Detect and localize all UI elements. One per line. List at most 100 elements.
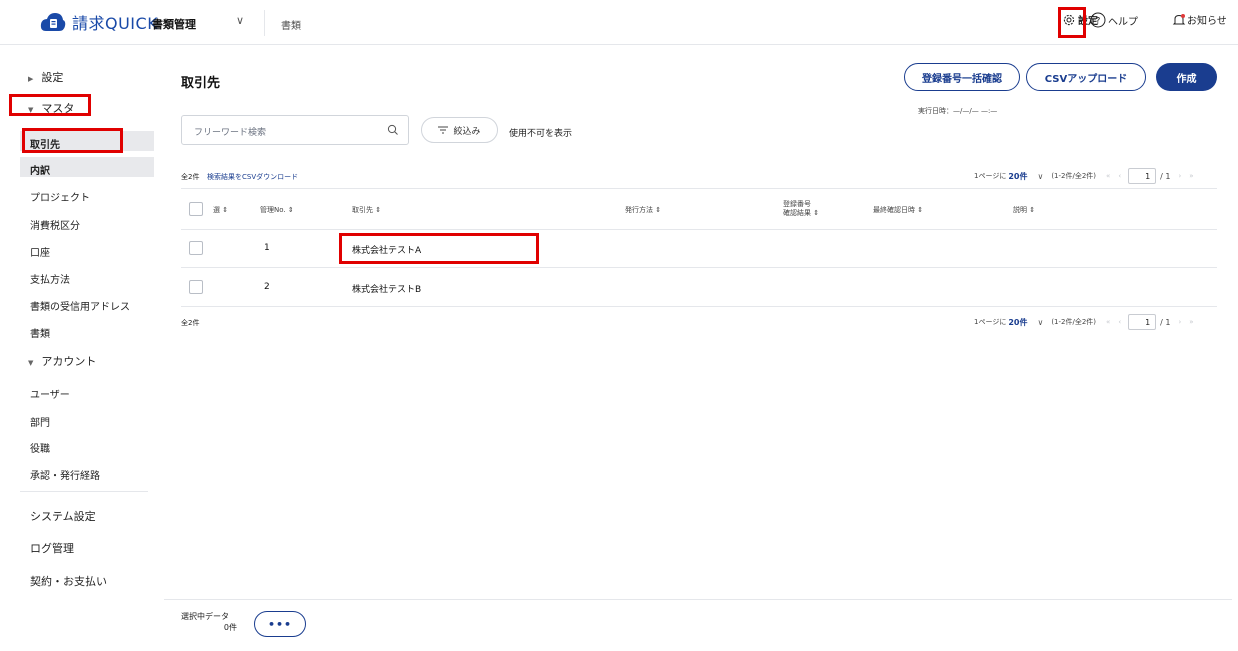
row-id: 2: [264, 282, 270, 292]
sidebar-item-project[interactable]: プロジェクト: [30, 189, 90, 204]
sort-icon: ⇕: [222, 206, 229, 214]
next-page-icon[interactable]: ›: [1178, 318, 1181, 326]
sidebar-item-account[interactable]: ▼ アカウント: [28, 353, 96, 369]
page-title: 取引先: [181, 76, 221, 91]
svg-text:?: ?: [1096, 17, 1101, 27]
csv-download-link[interactable]: 検索結果をCSVダウンロード: [207, 172, 298, 182]
filter-button[interactable]: 絞込み: [421, 117, 498, 143]
sort-icon: ⇕: [917, 206, 924, 214]
cloud-document-icon: [40, 13, 66, 31]
sidebar-item-account-bank[interactable]: 口座: [30, 244, 50, 259]
col-header-description[interactable]: 説明 ⇕: [1013, 205, 1035, 215]
next-page-icon[interactable]: ›: [1178, 172, 1181, 180]
more-actions-button[interactable]: •••: [254, 611, 306, 637]
sidebar-item-contract[interactable]: 契約・お支払い: [30, 573, 107, 589]
pager-top: 1ページに 20件 ∨ (1-2件/全2件) « ‹ 1 / 1 › »: [974, 168, 1198, 184]
sidebar-item-settings[interactable]: ▶ 設定: [28, 69, 63, 85]
triangle-down-icon: ▼: [28, 359, 34, 367]
row-checkbox[interactable]: [189, 241, 203, 255]
page-number-input[interactable]: 1: [1128, 168, 1157, 184]
sidebar-divider: [20, 491, 148, 492]
first-page-icon[interactable]: «: [1106, 172, 1110, 180]
page-total: / 1: [1160, 317, 1171, 327]
sort-icon: ⇕: [375, 206, 382, 214]
prev-page-icon[interactable]: ‹: [1118, 318, 1121, 326]
app-name: 請求QUICK: [72, 14, 159, 33]
sort-icon: ⇕: [813, 209, 820, 217]
last-page-icon[interactable]: »: [1189, 318, 1193, 326]
create-button[interactable]: 作成: [1156, 63, 1217, 91]
header-divider: [264, 10, 265, 36]
prev-page-icon[interactable]: ‹: [1118, 172, 1121, 180]
result-count-top: 全2件: [181, 173, 200, 181]
chevron-down-icon[interactable]: ∨: [1037, 172, 1043, 181]
pager-range: (1-2件/全2件): [1051, 318, 1097, 326]
per-page-prefix: 1ページに: [974, 172, 1007, 180]
help-button[interactable]: ? ヘルプ: [1090, 12, 1138, 28]
sidebar-item-partners[interactable]: 取引先: [30, 136, 60, 151]
filter-label: 絞込み: [453, 126, 481, 137]
sidebar-item-payment[interactable]: 支払方法: [30, 271, 70, 286]
result-count-bottom: 全2件: [181, 319, 200, 327]
csv-upload-button[interactable]: CSVアップロード: [1026, 63, 1146, 91]
sidebar-item-tax[interactable]: 消費税区分: [30, 217, 80, 232]
sort-icon: ⇕: [655, 206, 662, 214]
per-page-value[interactable]: 20件: [1008, 317, 1027, 328]
help-label: ヘルプ: [1108, 16, 1138, 28]
sidebar-item-receive-address[interactable]: 書類の受信用アドレス: [30, 298, 130, 313]
sidebar-item-positions[interactable]: 役職: [30, 440, 50, 455]
triangle-down-icon: ▼: [28, 106, 34, 114]
per-page-prefix: 1ページに: [974, 318, 1007, 326]
sidebar-item-users[interactable]: ユーザー: [30, 386, 70, 401]
chevron-down-icon[interactable]: ∨: [236, 14, 244, 27]
gear-icon: [1063, 14, 1075, 25]
row-partner-name[interactable]: 株式会社テストB: [352, 282, 421, 295]
filter-icon: [438, 126, 449, 134]
show-disabled-toggle[interactable]: 使用不可を表示: [509, 126, 572, 139]
sidebar-item-approval-route[interactable]: 承認・発行経路: [30, 467, 100, 482]
scroll-area: [1232, 46, 1238, 651]
sidebar-item-documents[interactable]: 書類: [30, 325, 50, 340]
selected-data-label: 選択中データ 0件: [181, 612, 237, 632]
table-row-border: [181, 306, 1217, 307]
search-input[interactable]: フリーワード検索: [181, 115, 409, 145]
table-header-border: [181, 229, 1217, 230]
first-page-icon[interactable]: «: [1106, 318, 1110, 326]
top-header: 請求QUICK 書類管理 ∨ 書類 設定 ? ヘルプ お知らせ: [0, 0, 1238, 45]
notice-button[interactable]: お知らせ: [1172, 12, 1227, 27]
col-header-regno-check[interactable]: 登録番号 確認結果 ⇕: [783, 200, 819, 218]
help-icon: ?: [1090, 12, 1106, 28]
document-management-menu[interactable]: 書類管理: [152, 16, 196, 32]
sidebar-item-log[interactable]: ログ管理: [30, 540, 74, 556]
pager-range: (1-2件/全2件): [1051, 172, 1097, 180]
row-checkbox[interactable]: [189, 280, 203, 294]
bell-icon: [1172, 13, 1186, 24]
sort-icon: ⇕: [287, 206, 294, 214]
col-header-id[interactable]: 管理No. ⇕: [260, 205, 294, 215]
bulk-check-button[interactable]: 登録番号一括確認: [904, 63, 1020, 91]
per-page-value[interactable]: 20件: [1008, 171, 1027, 182]
last-page-icon[interactable]: »: [1189, 172, 1193, 180]
app-logo[interactable]: 請求QUICK: [40, 10, 158, 34]
table-row-border: [181, 267, 1217, 268]
documents-link[interactable]: 書類: [281, 17, 301, 32]
sidebar-item-master[interactable]: ▼ マスタ: [28, 100, 74, 116]
sort-icon: ⇕: [1029, 206, 1036, 214]
chevron-down-icon[interactable]: ∨: [1037, 318, 1043, 327]
sidebar-item-departments[interactable]: 部門: [30, 414, 50, 429]
notice-label: お知らせ: [1187, 16, 1227, 27]
page-number-input[interactable]: 1: [1128, 314, 1157, 330]
sidebar-item-breakdown[interactable]: 内訳: [30, 162, 50, 177]
col-header-select[interactable]: 選 ⇕: [213, 205, 228, 215]
select-all-checkbox[interactable]: [189, 202, 203, 216]
row-partner-name[interactable]: 株式会社テストA: [352, 243, 421, 256]
exec-date: 実行日時：—/—/— —:—: [918, 107, 998, 115]
sidebar-item-system-settings[interactable]: システム設定: [30, 508, 96, 524]
row-id: 1: [264, 243, 270, 253]
table-top-border: [181, 188, 1217, 189]
search-placeholder: フリーワード検索: [194, 128, 267, 138]
search-icon[interactable]: [387, 124, 399, 136]
col-header-partner[interactable]: 取引先 ⇕: [352, 205, 381, 215]
col-header-issue-method[interactable]: 発行方法 ⇕: [625, 205, 661, 215]
col-header-last-check[interactable]: 最終確認日時 ⇕: [873, 205, 923, 215]
